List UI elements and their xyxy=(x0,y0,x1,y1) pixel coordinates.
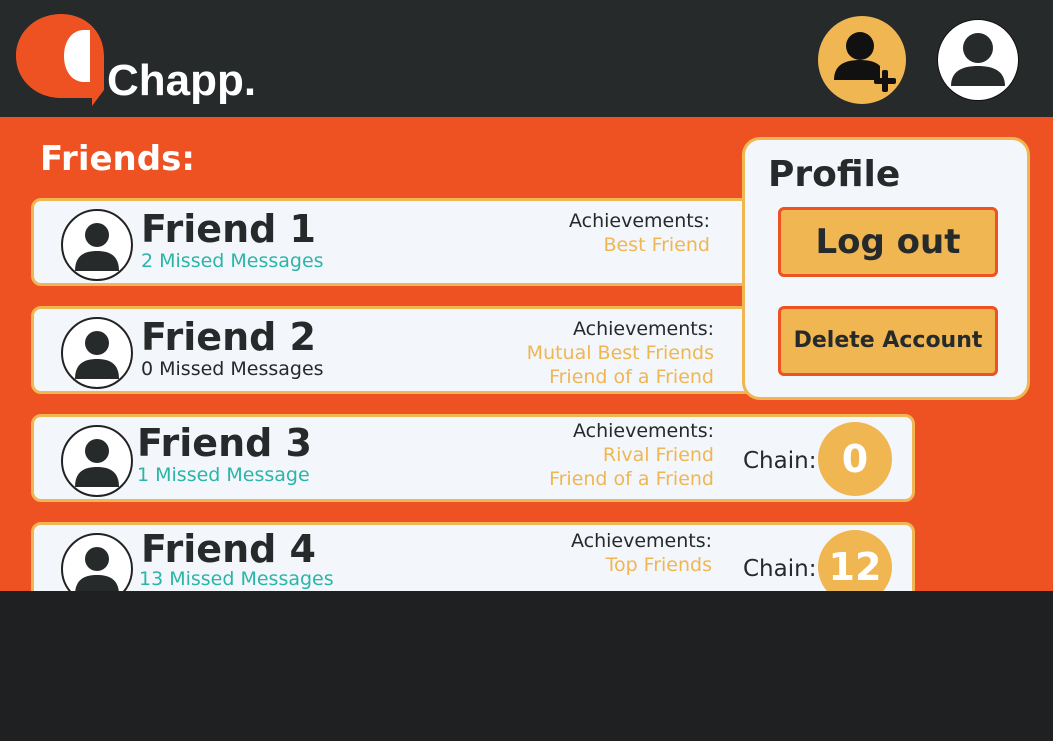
profile-panel: Profile Log out Delete Account xyxy=(742,137,1030,400)
profile-button[interactable] xyxy=(937,19,1019,101)
achievement-item: Best Friend xyxy=(603,234,710,256)
achievement-item: Friend of a Friend xyxy=(549,366,714,388)
achievement-item: Top Friends xyxy=(605,554,712,576)
add-friend-button[interactable] xyxy=(818,16,906,104)
friend-name: Friend 2 xyxy=(141,315,316,359)
friend-name: Friend 3 xyxy=(137,421,312,465)
app-name: Chapp. xyxy=(107,56,257,105)
user-icon xyxy=(75,439,119,487)
add-user-icon xyxy=(834,32,896,92)
chain-label: Chain: xyxy=(743,448,817,474)
missed-messages: 1 Missed Message xyxy=(137,464,310,486)
chain-count-badge: 12 xyxy=(818,530,892,591)
user-icon xyxy=(75,547,119,591)
achievements: Achievements: Mutual Best Friends Friend… xyxy=(527,317,714,389)
friend-name: Friend 4 xyxy=(141,527,316,571)
achievements-label: Achievements: xyxy=(572,420,714,442)
top-bar: Chapp. xyxy=(0,0,1053,117)
user-icon xyxy=(951,33,1005,86)
achievement-item: Rival Friend xyxy=(602,444,714,466)
achievement-item: Friend of a Friend xyxy=(549,468,714,490)
friend-name: Friend 1 xyxy=(141,207,316,251)
avatar xyxy=(61,533,133,591)
chain-label: Chain: xyxy=(743,556,817,582)
avatar xyxy=(61,425,133,497)
achievements-label: Achievements: xyxy=(572,318,714,340)
achievements-label: Achievements: xyxy=(568,210,710,232)
chain-count-badge: 0 xyxy=(818,422,892,496)
avatar xyxy=(61,317,133,389)
delete-account-button[interactable]: Delete Account xyxy=(778,306,998,376)
achievements-label: Achievements: xyxy=(570,530,712,552)
missed-messages: 0 Missed Messages xyxy=(141,358,324,380)
achievement-item: Mutual Best Friends xyxy=(526,342,714,364)
friend-card[interactable]: Friend 4 13 Missed Messages Achievements… xyxy=(31,522,915,591)
logout-button[interactable]: Log out xyxy=(778,207,998,277)
chapp-logo-icon xyxy=(16,14,104,106)
user-icon xyxy=(75,331,119,379)
achievements: Achievements: Top Friends xyxy=(571,529,712,577)
friends-title: Friends: xyxy=(40,139,195,179)
achievements: Achievements: Rival Friend Friend of a F… xyxy=(549,419,714,491)
missed-messages: 13 Missed Messages xyxy=(139,568,334,590)
achievements: Achievements: Best Friend xyxy=(569,209,710,257)
friend-card[interactable]: Friend 3 1 Missed Message Achievements: … xyxy=(31,414,915,502)
user-icon xyxy=(75,223,119,271)
avatar xyxy=(61,209,133,281)
missed-messages: 2 Missed Messages xyxy=(141,250,324,272)
bottom-area xyxy=(0,591,1053,741)
profile-title: Profile xyxy=(768,154,901,195)
